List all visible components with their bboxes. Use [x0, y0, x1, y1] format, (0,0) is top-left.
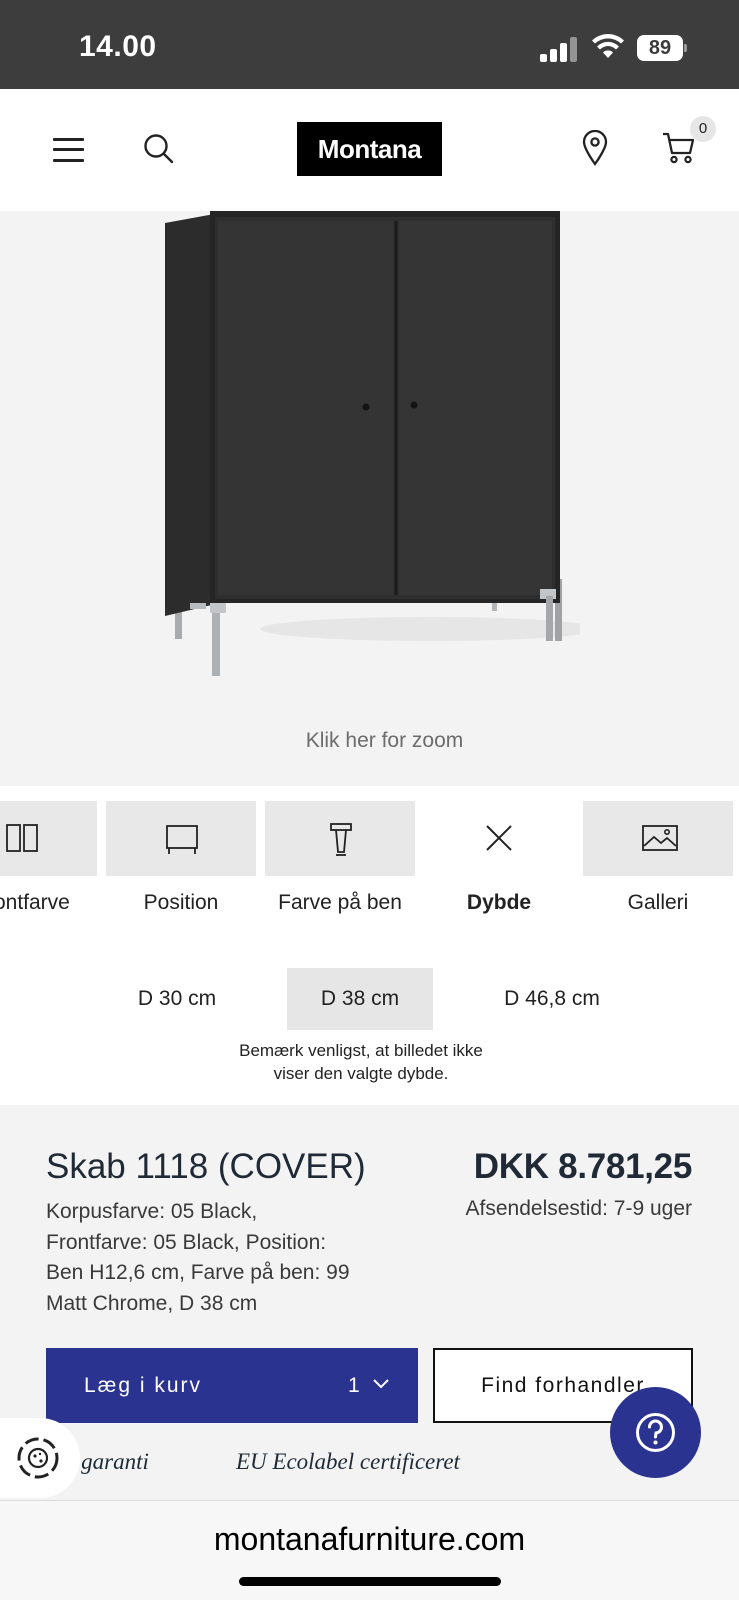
depth-options: D 30 cm D 38 cm D 46,8 cm — [0, 968, 739, 1030]
close-icon[interactable] — [483, 822, 515, 854]
add-to-cart-label: Læg i kurv — [84, 1374, 203, 1397]
desc-line: Korpusfarve: 05 Black, — [46, 1200, 258, 1223]
product-image-area[interactable]: Klik her for zoom — [0, 211, 739, 786]
desc-line: Ben H12,6 cm, Farve på ben: 99 — [46, 1261, 350, 1284]
depth-option-30[interactable]: D 30 cm — [104, 968, 250, 1030]
home-indicator[interactable] — [239, 1577, 501, 1586]
leg-color-icon — [330, 823, 352, 856]
help-icon — [636, 1413, 675, 1452]
add-to-cart-button[interactable]: Læg i kurv 1 — [46, 1348, 418, 1423]
cart-count-badge: 0 — [690, 116, 716, 142]
product-title: Skab 1118 (COVER) — [46, 1147, 366, 1186]
search-icon[interactable] — [143, 133, 175, 165]
shipping-time: Afsendelsestid: 7-9 uger — [465, 1197, 692, 1220]
depth-option-46-8[interactable]: D 46,8 cm — [479, 968, 625, 1030]
cookie-icon — [17, 1437, 59, 1479]
status-time: 14.00 — [79, 30, 157, 63]
status-bar: 14.00 89 — [0, 0, 739, 89]
location-pin-icon[interactable] — [582, 130, 608, 166]
product-price: DKK 8.781,25 — [473, 1147, 693, 1186]
tab-label: Galleri — [627, 891, 689, 914]
signal-icon — [540, 36, 578, 62]
tab-position[interactable]: Position — [106, 801, 256, 931]
desc-line: Matt Chrome, D 38 cm — [46, 1291, 258, 1315]
battery-icon: 89 — [637, 35, 687, 61]
menu-icon[interactable] — [53, 138, 84, 162]
tab-farve-pa-ben[interactable]: Farve på ben — [265, 801, 415, 931]
quantity-select[interactable]: 1 — [348, 1348, 360, 1423]
tab-frontfarve[interactable]: Frontfarve — [0, 801, 97, 931]
configurator-tabs: Frontfarve Position Farve på ben — [0, 801, 739, 931]
wifi-icon — [592, 34, 624, 58]
position-icon — [166, 825, 198, 854]
depth-note: Bemærk venligst, at billedet ikke viser … — [0, 1039, 722, 1085]
url-text[interactable]: montanafurniture.com — [0, 1521, 739, 1558]
desc-line: Frontfarve: 05 Black, Position: — [46, 1230, 327, 1254]
front-color-icon — [6, 824, 38, 852]
depth-note-line: Bemærk venligst, at billedet ikke — [239, 1041, 483, 1060]
tab-dybde[interactable]: Dybde — [424, 801, 574, 931]
tab-galleri[interactable]: Galleri — [583, 801, 733, 931]
browser-url-bar[interactable]: montanafurniture.com — [0, 1500, 739, 1600]
cart-icon[interactable] — [662, 131, 696, 165]
ecolabel-badge: EU Ecolabel certificeret — [236, 1449, 460, 1474]
zoom-hint[interactable]: Klik her for zoom — [0, 729, 739, 753]
gallery-icon — [642, 825, 678, 851]
chevron-down-icon[interactable] — [372, 1378, 390, 1390]
site-header: Montana 0 — [0, 89, 739, 211]
cabinet-product-image[interactable] — [160, 211, 580, 691]
depth-option-38-selected[interactable]: D 38 cm — [287, 968, 433, 1030]
battery-level: 89 — [637, 35, 683, 61]
depth-note-line: viser den valgte dybde. — [273, 1064, 449, 1083]
cookie-settings-button[interactable] — [0, 1418, 80, 1498]
logo[interactable]: Montana — [297, 122, 442, 176]
product-description: Korpusfarve: 05 Black, Frontfarve: 05 Bl… — [46, 1197, 376, 1319]
help-button[interactable] — [610, 1387, 701, 1478]
